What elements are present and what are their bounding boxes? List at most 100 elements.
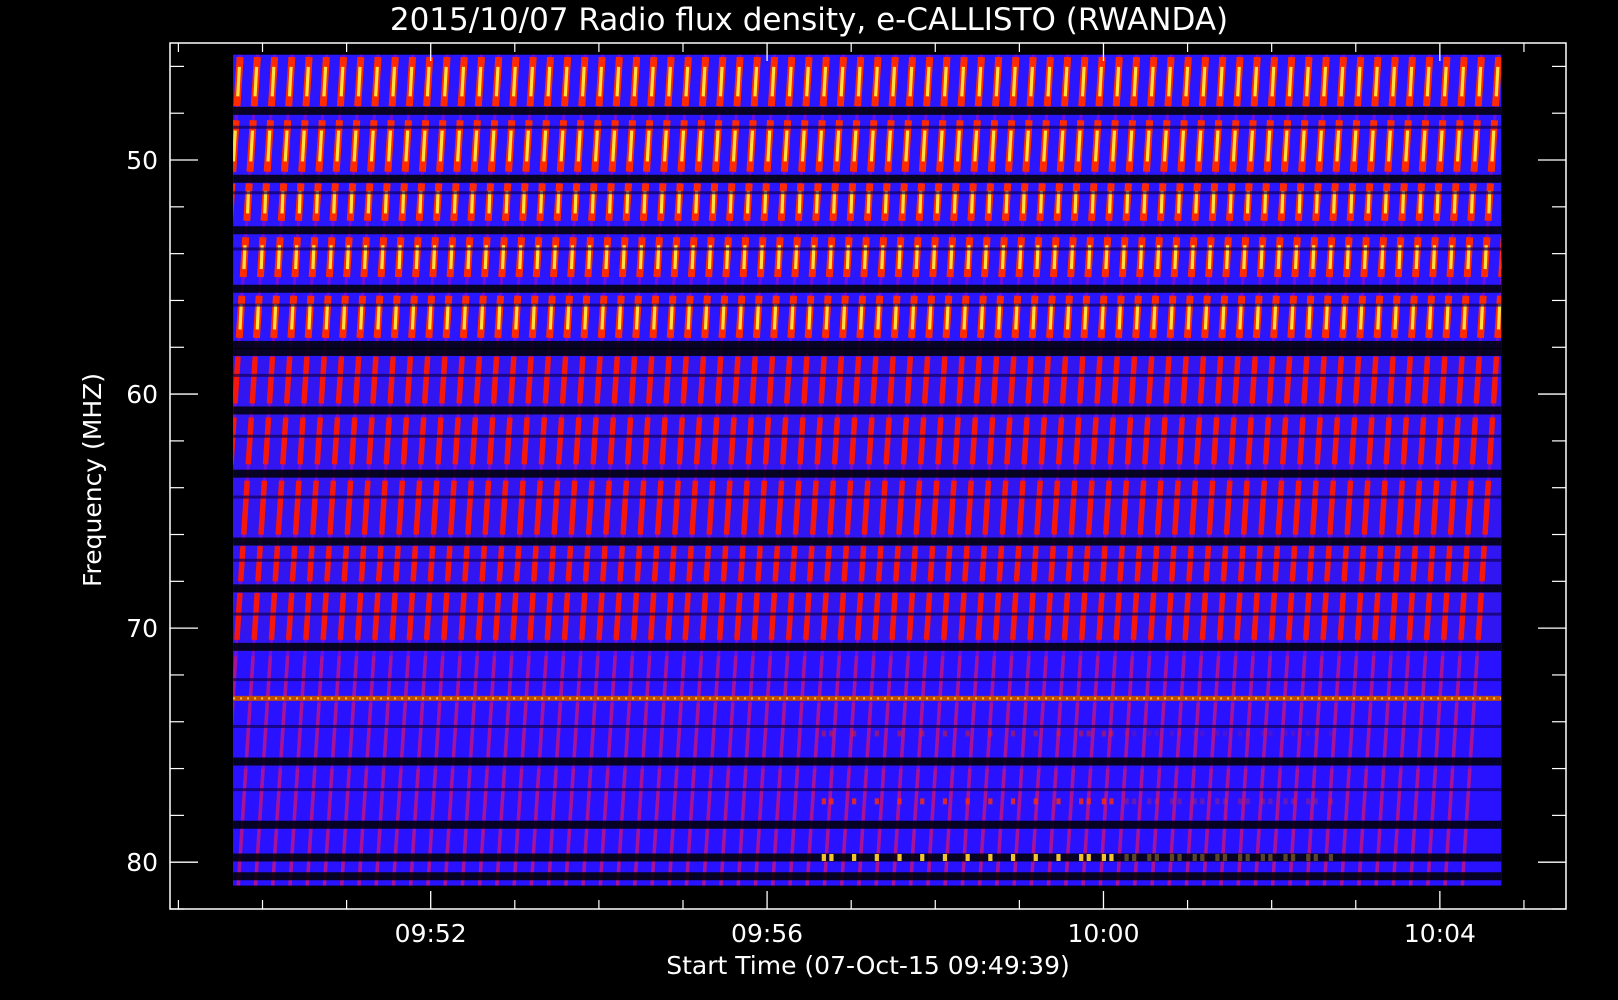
stripe-bright-core [1318,130,1323,162]
stripe-medium [404,356,414,404]
dim-line [233,373,1502,377]
stripe-medium [732,356,741,404]
stripe-bright-core [221,67,223,96]
stripe-medium [806,546,815,582]
stripe-medium [1249,356,1258,404]
stripe-medium [361,480,371,535]
stripe-medium [1180,356,1189,404]
stripe-medium [1004,417,1013,465]
burst-segment [1200,798,1205,805]
stripe-medium [1475,592,1484,641]
stripe-bright-core [1339,66,1345,97]
stripe-low [191,769,194,820]
stripe-medium [354,592,364,641]
stripe-medium [613,592,622,641]
stripe-medium [348,417,358,465]
stripe-medium [1447,480,1457,535]
stripe-medium [1266,356,1276,404]
stripe-bright-core [697,130,703,162]
stripe-medium [582,546,591,582]
stripe-medium [887,356,896,404]
burst-segment [1169,854,1175,862]
stripe-medium [1117,546,1125,582]
stripe-faint [152,55,206,886]
stripe-medium [116,593,119,640]
stripe-medium [1255,546,1263,582]
stripe-medium [624,417,634,465]
stripe-bright-core [1167,66,1172,97]
stripe-bright-core [165,131,167,162]
stripe-medium [189,546,191,581]
stripe-medium [183,357,186,404]
burst-segment [1154,730,1159,737]
stripe-bright-core [1460,66,1465,97]
stripe-medium [413,480,423,535]
stripe-bright-core [565,304,571,330]
stripe-medium [375,546,384,582]
stripe-bright-core [835,130,841,162]
stripe-medium [192,481,195,535]
stripe-bright-core [600,304,605,330]
stripe-bright-core [1455,130,1461,162]
stripe-low [105,769,108,820]
stripe-medium [706,480,716,535]
stripe-medium [889,592,898,641]
stripe-low [225,769,228,820]
stripe-bright-core [559,130,565,162]
stripe-medium [555,417,565,465]
burst-segment [1245,854,1250,862]
stripe-bright-core [869,130,875,162]
burst-segment [874,730,879,737]
stripe-medium [734,592,743,641]
stripe-medium [1268,592,1278,641]
stripe-medium [525,356,534,404]
stripe-low [221,829,225,885]
burst-segment [1010,798,1016,805]
stripe-bright-outer [136,296,139,338]
stripe-medium [1435,417,1444,465]
burst-segment [1215,730,1220,737]
stripe-bright-core [1221,304,1226,330]
stripe-medium [241,480,250,535]
stripe-bright-core [1341,304,1347,330]
stripe-bright-core [766,130,772,162]
stripe-medium [1378,480,1388,535]
stripe-bright-core [783,130,789,162]
stripe-medium [958,592,967,641]
stripe-bright-core [1201,66,1207,97]
stripe-medium [814,417,823,465]
stripe-medium [439,356,448,404]
dim-line [233,247,1502,251]
spectrogram-chart: 2015/10/07 Radio flux density, e-CALLIST… [78,2,1567,980]
stripe-medium [824,546,832,582]
burst-segment [1033,854,1038,862]
stripe-medium [634,546,643,582]
stripe-bright-core [718,66,724,97]
burst-segment [1169,798,1175,805]
stripe-bright-core [512,66,517,97]
stripe-medium [1331,417,1341,465]
burst-segment [1306,798,1311,805]
stripe-medium [258,480,268,535]
stripe-low [112,656,115,698]
stripe-medium [858,546,867,582]
stripe-bright-core [703,304,709,330]
stripe-bright-core [1031,304,1036,330]
stripe-medium [306,546,315,582]
stripe-bright-core [1214,130,1220,162]
stripe-medium [233,356,241,404]
burst-segment [1200,730,1205,737]
stripe-low [199,656,202,698]
burst-segment [942,730,948,737]
stripe-low [100,829,104,885]
stripe-medium [1375,546,1384,582]
stripe-medium [492,592,502,641]
stripe-medium [1245,417,1254,465]
plot-area [100,54,1502,886]
stripe-low [156,769,159,820]
stripe-medium [1344,480,1354,535]
stripe-bright-outer [188,296,191,338]
stripe-medium [400,417,410,465]
stripe-bright-core [839,66,845,97]
stripe-bright-core [374,66,379,97]
